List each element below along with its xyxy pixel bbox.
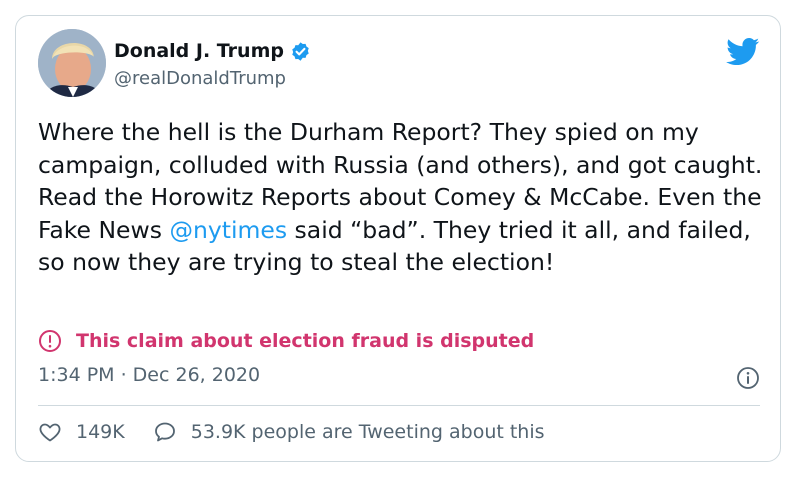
heart-icon bbox=[39, 423, 61, 442]
engagement-bar: 149K 53.9K people are Tweeting about thi… bbox=[38, 420, 545, 444]
mention-link[interactable]: @nytimes bbox=[169, 216, 287, 244]
reply-button[interactable]: 53.9K people are Tweeting about this bbox=[153, 420, 545, 444]
info-icon[interactable] bbox=[736, 366, 760, 390]
tweet-text: Where the hell is the Durham Report? The… bbox=[38, 116, 768, 279]
avatar-photo bbox=[38, 29, 106, 97]
verified-badge-icon bbox=[292, 41, 309, 61]
speech-bubble-icon bbox=[154, 422, 175, 442]
tweet-timestamp[interactable]: 1:34 PM · Dec 26, 2020 bbox=[38, 364, 260, 386]
tweet-card: Donald J. Trump @realDonaldTrump Where t… bbox=[15, 15, 781, 462]
disputed-label-text: This claim about election fraud is dispu… bbox=[76, 330, 535, 352]
exclamation-circle-icon bbox=[39, 330, 61, 352]
tweeting-about-this: 53.9K people are Tweeting about this bbox=[190, 421, 545, 443]
disputed-label[interactable]: This claim about election fraud is dispu… bbox=[38, 329, 534, 353]
divider bbox=[38, 405, 760, 406]
like-button[interactable]: 149K bbox=[38, 420, 125, 444]
twitter-bird-icon[interactable] bbox=[726, 38, 760, 66]
author-name-row: Donald J. Trump bbox=[114, 40, 311, 62]
author-display-name[interactable]: Donald J. Trump bbox=[114, 40, 284, 62]
avatar[interactable] bbox=[38, 29, 106, 97]
author-handle[interactable]: @realDonaldTrump bbox=[114, 68, 286, 89]
like-count: 149K bbox=[76, 421, 125, 443]
